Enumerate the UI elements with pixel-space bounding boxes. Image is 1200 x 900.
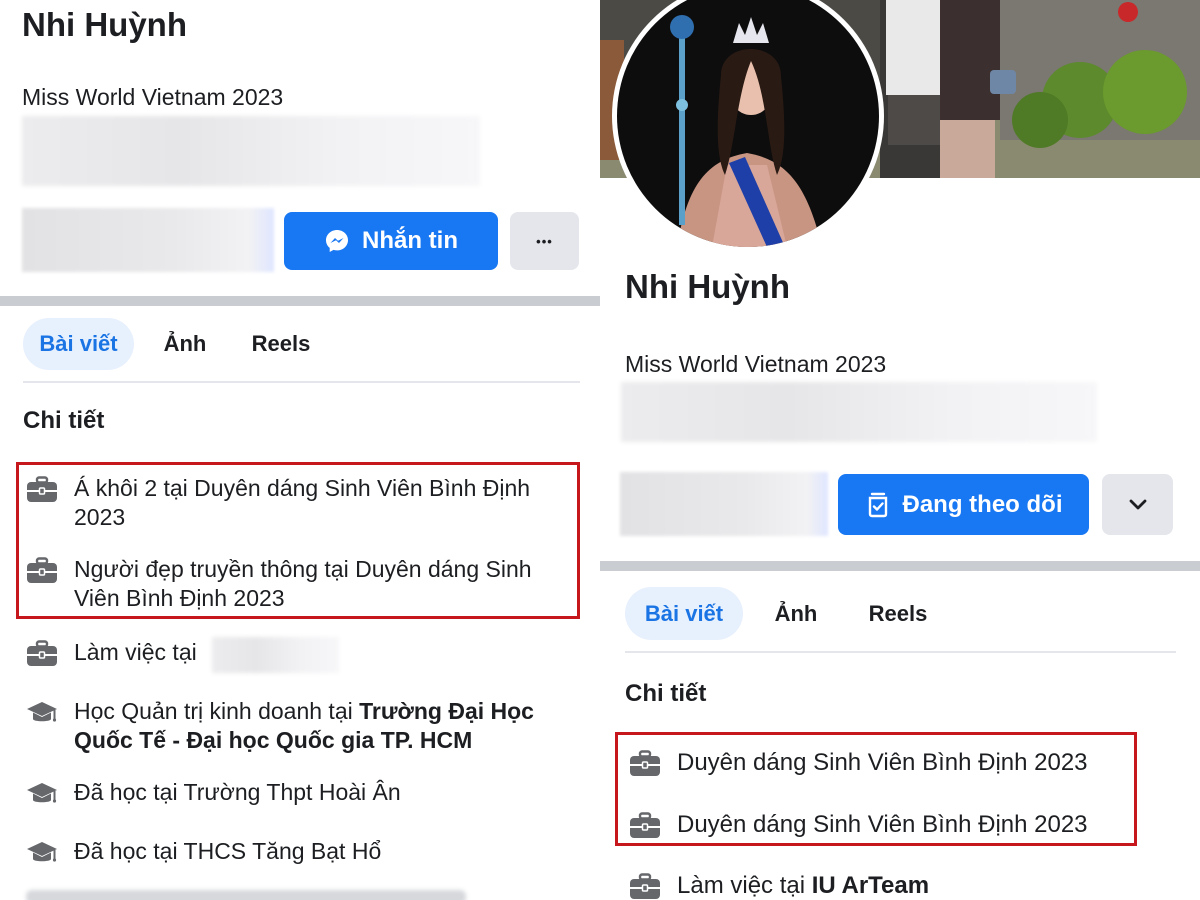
tabs-underline — [625, 651, 1176, 653]
graduation-cap-icon — [26, 780, 58, 808]
detail-text: Đã học tại Trường Thpt Hoài Ân — [74, 779, 401, 805]
blurred-button — [620, 472, 828, 536]
detail-text: Làm việc tại — [74, 639, 197, 665]
section-divider — [0, 296, 600, 306]
following-button-label: Đang theo dõi — [902, 490, 1063, 518]
tab-photos[interactable]: Ảnh — [760, 587, 832, 640]
detail-row: Đã học tại THCS Tăng Bạt Hổ — [26, 837, 576, 867]
more-options-button[interactable]: ••• — [510, 212, 579, 270]
highlight-box — [16, 462, 580, 619]
detail-text: Làm việc tại — [677, 872, 812, 899]
details-title: Chi tiết — [23, 407, 105, 434]
details-title: Chi tiết — [625, 680, 707, 707]
briefcase-icon — [26, 640, 58, 668]
tab-reels[interactable]: Reels — [854, 587, 942, 640]
profile-bio: Miss World Vietnam 2023 — [22, 84, 284, 110]
right-profile-screenshot: Nhi Huỳnh Miss World Vietnam 2023 Đang t… — [600, 0, 1200, 900]
tabs-underline — [23, 381, 580, 383]
more-dots-icon: ••• — [536, 233, 553, 249]
cut-off-row — [26, 890, 466, 900]
blurred-info — [621, 382, 1097, 442]
chevron-down-icon — [1129, 499, 1146, 509]
briefcase-icon — [629, 873, 661, 900]
message-button-label: Nhắn tin — [362, 227, 458, 254]
detail-row: Làm việc tại IU ArTeam — [629, 871, 1189, 900]
profile-name: Nhi Huỳnh — [22, 6, 187, 43]
messenger-icon — [326, 230, 348, 252]
detail-bold-text[interactable]: IU ArTeam — [812, 872, 929, 899]
detail-text: Học Quản trị kinh doanh tại — [74, 698, 360, 724]
profile-avatar[interactable] — [612, 0, 884, 252]
tab-reels[interactable]: Reels — [238, 318, 324, 370]
dropdown-button[interactable] — [1102, 474, 1173, 535]
blurred-button — [22, 208, 274, 272]
detail-row: Đã học tại Trường Thpt Hoài Ân — [26, 778, 576, 808]
tab-photos[interactable]: Ảnh — [150, 318, 220, 370]
detail-row: Học Quản trị kinh doanh tại Trường Đại H… — [26, 697, 576, 755]
detail-text: Đã học tại THCS Tăng Bạt Hổ — [74, 838, 382, 864]
profile-name: Nhi Huỳnh — [625, 268, 790, 305]
message-button[interactable]: Nhắn tin — [284, 212, 498, 270]
section-divider — [600, 561, 1200, 571]
blurred-workplace — [212, 637, 339, 673]
graduation-cap-icon — [26, 839, 58, 867]
following-button[interactable]: Đang theo dõi — [838, 474, 1089, 535]
graduation-cap-icon — [26, 699, 58, 727]
tab-posts[interactable]: Bài viết — [625, 587, 743, 640]
highlight-box — [615, 732, 1137, 846]
blurred-info — [22, 116, 480, 186]
tab-posts[interactable]: Bài viết — [23, 318, 134, 370]
avatar-image — [617, 0, 879, 247]
profile-bio: Miss World Vietnam 2023 — [625, 351, 887, 377]
following-check-icon — [868, 492, 887, 517]
left-profile-screenshot: Nhi Huỳnh Miss World Vietnam 2023 Nhắn t… — [0, 0, 600, 900]
